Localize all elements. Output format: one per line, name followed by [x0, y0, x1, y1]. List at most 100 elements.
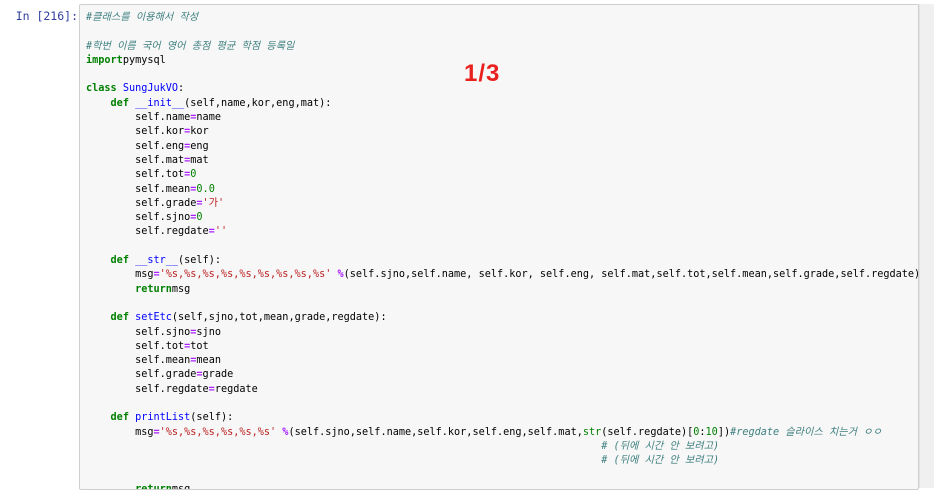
- code-block[interactable]: #클래스를 이용해서 작성 #학번 이름 국어 영어 총점 평균 학점 등록일 i…: [86, 11, 919, 490]
- code-line: def printList(self):: [86, 411, 918, 425]
- code-token: self.sjno: [86, 212, 191, 224]
- code-token: self.mat: [86, 154, 185, 166]
- code-token: msg: [171, 483, 191, 490]
- code-token: printList: [135, 412, 191, 424]
- code-line: def __init__(self,name,kor,eng,mat):: [86, 97, 918, 111]
- code-token: setEtc: [135, 312, 172, 324]
- code-token: str: [582, 426, 602, 438]
- code-token: :: [178, 83, 185, 95]
- code-token: import: [86, 54, 123, 66]
- code-token: name: [196, 112, 221, 124]
- code-line: returnmsg: [86, 483, 918, 490]
- code-line: self.kor=kor: [86, 125, 918, 139]
- code-line: self.mean=0.0: [86, 183, 918, 197]
- code-line: # (뒤에 시간 안 보려고): [86, 454, 918, 468]
- code-line: self.mean=mean: [86, 354, 918, 368]
- code-token: def: [110, 255, 129, 267]
- code-token: # (뒤에 시간 안 보려고): [601, 440, 720, 452]
- code-line: self.mat=mat: [86, 154, 918, 168]
- code-token: 10: [705, 426, 718, 438]
- code-token: #regdate 슬라이스 치는거 ㅇㅇ: [730, 426, 882, 438]
- code-line: self.regdate='': [86, 225, 918, 239]
- code-token: ]): [717, 426, 731, 438]
- code-line: class SungJukVO:: [86, 82, 918, 96]
- code-line: msg='%s,%s,%s,%s,%s,%s,%s,%s,%s' %(self.…: [86, 268, 919, 282]
- code-token: __init__: [135, 97, 185, 109]
- code-line: self.name=name: [86, 111, 918, 125]
- code-token: grade: [202, 369, 234, 381]
- code-token: pymysql: [122, 54, 166, 66]
- code-line: self.sjno=sjno: [86, 326, 918, 340]
- code-token: kor: [190, 126, 209, 138]
- code-token: (self,sjno,tot,mean,grade,regdate):: [171, 312, 387, 324]
- code-token: # (뒤에 시간 안 보려고): [601, 455, 720, 467]
- code-token: self.tot: [86, 169, 185, 181]
- code-token: (self):: [190, 412, 234, 424]
- code-line: self.tot=tot: [86, 340, 918, 354]
- code-token: self.kor: [86, 126, 185, 138]
- code-line: returnmsg: [86, 283, 918, 297]
- code-line: importpymysql: [86, 54, 918, 68]
- code-token: 0.0: [196, 183, 215, 195]
- code-token: self.sjno: [86, 326, 191, 338]
- prompt-label: In [216]:: [15, 9, 78, 23]
- code-token: self.mean: [86, 355, 191, 367]
- code-token: msg: [171, 283, 191, 295]
- code-token: (self,name,kor,eng,mat):: [184, 97, 332, 109]
- vertical-scrollbar[interactable]: [919, 4, 934, 488]
- code-line: def __str__(self):: [86, 254, 918, 268]
- code-line: def setEtc(self,sjno,tot,mean,grade,regd…: [86, 311, 918, 325]
- code-token: mean: [196, 355, 221, 367]
- code-line: self.grade=grade: [86, 368, 918, 382]
- code-line: self.grade='가': [86, 197, 918, 211]
- code-token: class: [86, 83, 117, 95]
- code-token: (self.sjno,self.name, self.kor, self.eng…: [343, 269, 919, 281]
- code-line: self.eng=eng: [86, 140, 918, 154]
- code-token: eng: [190, 140, 209, 152]
- code-token: self.grade: [86, 197, 197, 209]
- code-token: self.regdate: [86, 226, 209, 238]
- code-token: '': [214, 226, 228, 238]
- code-token: def: [110, 412, 129, 424]
- code-token: msg: [86, 269, 154, 281]
- code-line: self.regdate=regdate: [86, 383, 918, 397]
- code-token: sjno: [196, 326, 221, 338]
- code-token: self.mean: [86, 183, 191, 195]
- code-line: self.tot=0: [86, 168, 918, 182]
- code-token: def: [110, 97, 129, 109]
- code-line: # (뒤에 시간 안 보려고): [86, 440, 918, 454]
- code-token: self.regdate: [86, 383, 209, 395]
- code-line: #학번 이름 국어 영어 총점 평균 학점 등록일: [86, 40, 918, 54]
- code-token: (self):: [178, 255, 221, 267]
- code-token: #학번 이름 국어 영어 총점 평균 학점 등록일: [86, 40, 295, 52]
- code-line: #클래스를 이용해서 작성: [86, 11, 918, 25]
- code-token: '%s,%s,%s,%s,%s,%s': [159, 426, 277, 438]
- code-token: 0: [196, 212, 203, 224]
- code-token: self.name: [86, 112, 191, 124]
- code-token: 0: [190, 169, 197, 181]
- code-token: '가': [202, 197, 225, 209]
- code-token: msg: [86, 426, 154, 438]
- code-token: return: [135, 283, 172, 295]
- code-token: return: [135, 483, 172, 490]
- code-token: (self.regdate)[: [601, 426, 694, 438]
- code-line: msg='%s,%s,%s,%s,%s,%s' %(self.sjno,self…: [86, 426, 918, 440]
- code-token: tot: [190, 340, 209, 352]
- code-token: self.eng: [86, 140, 185, 152]
- code-token: mat: [190, 154, 209, 166]
- code-token: (self.sjno,self.name,self.kor,self.eng,s…: [288, 426, 583, 438]
- code-token: regdate: [214, 383, 258, 395]
